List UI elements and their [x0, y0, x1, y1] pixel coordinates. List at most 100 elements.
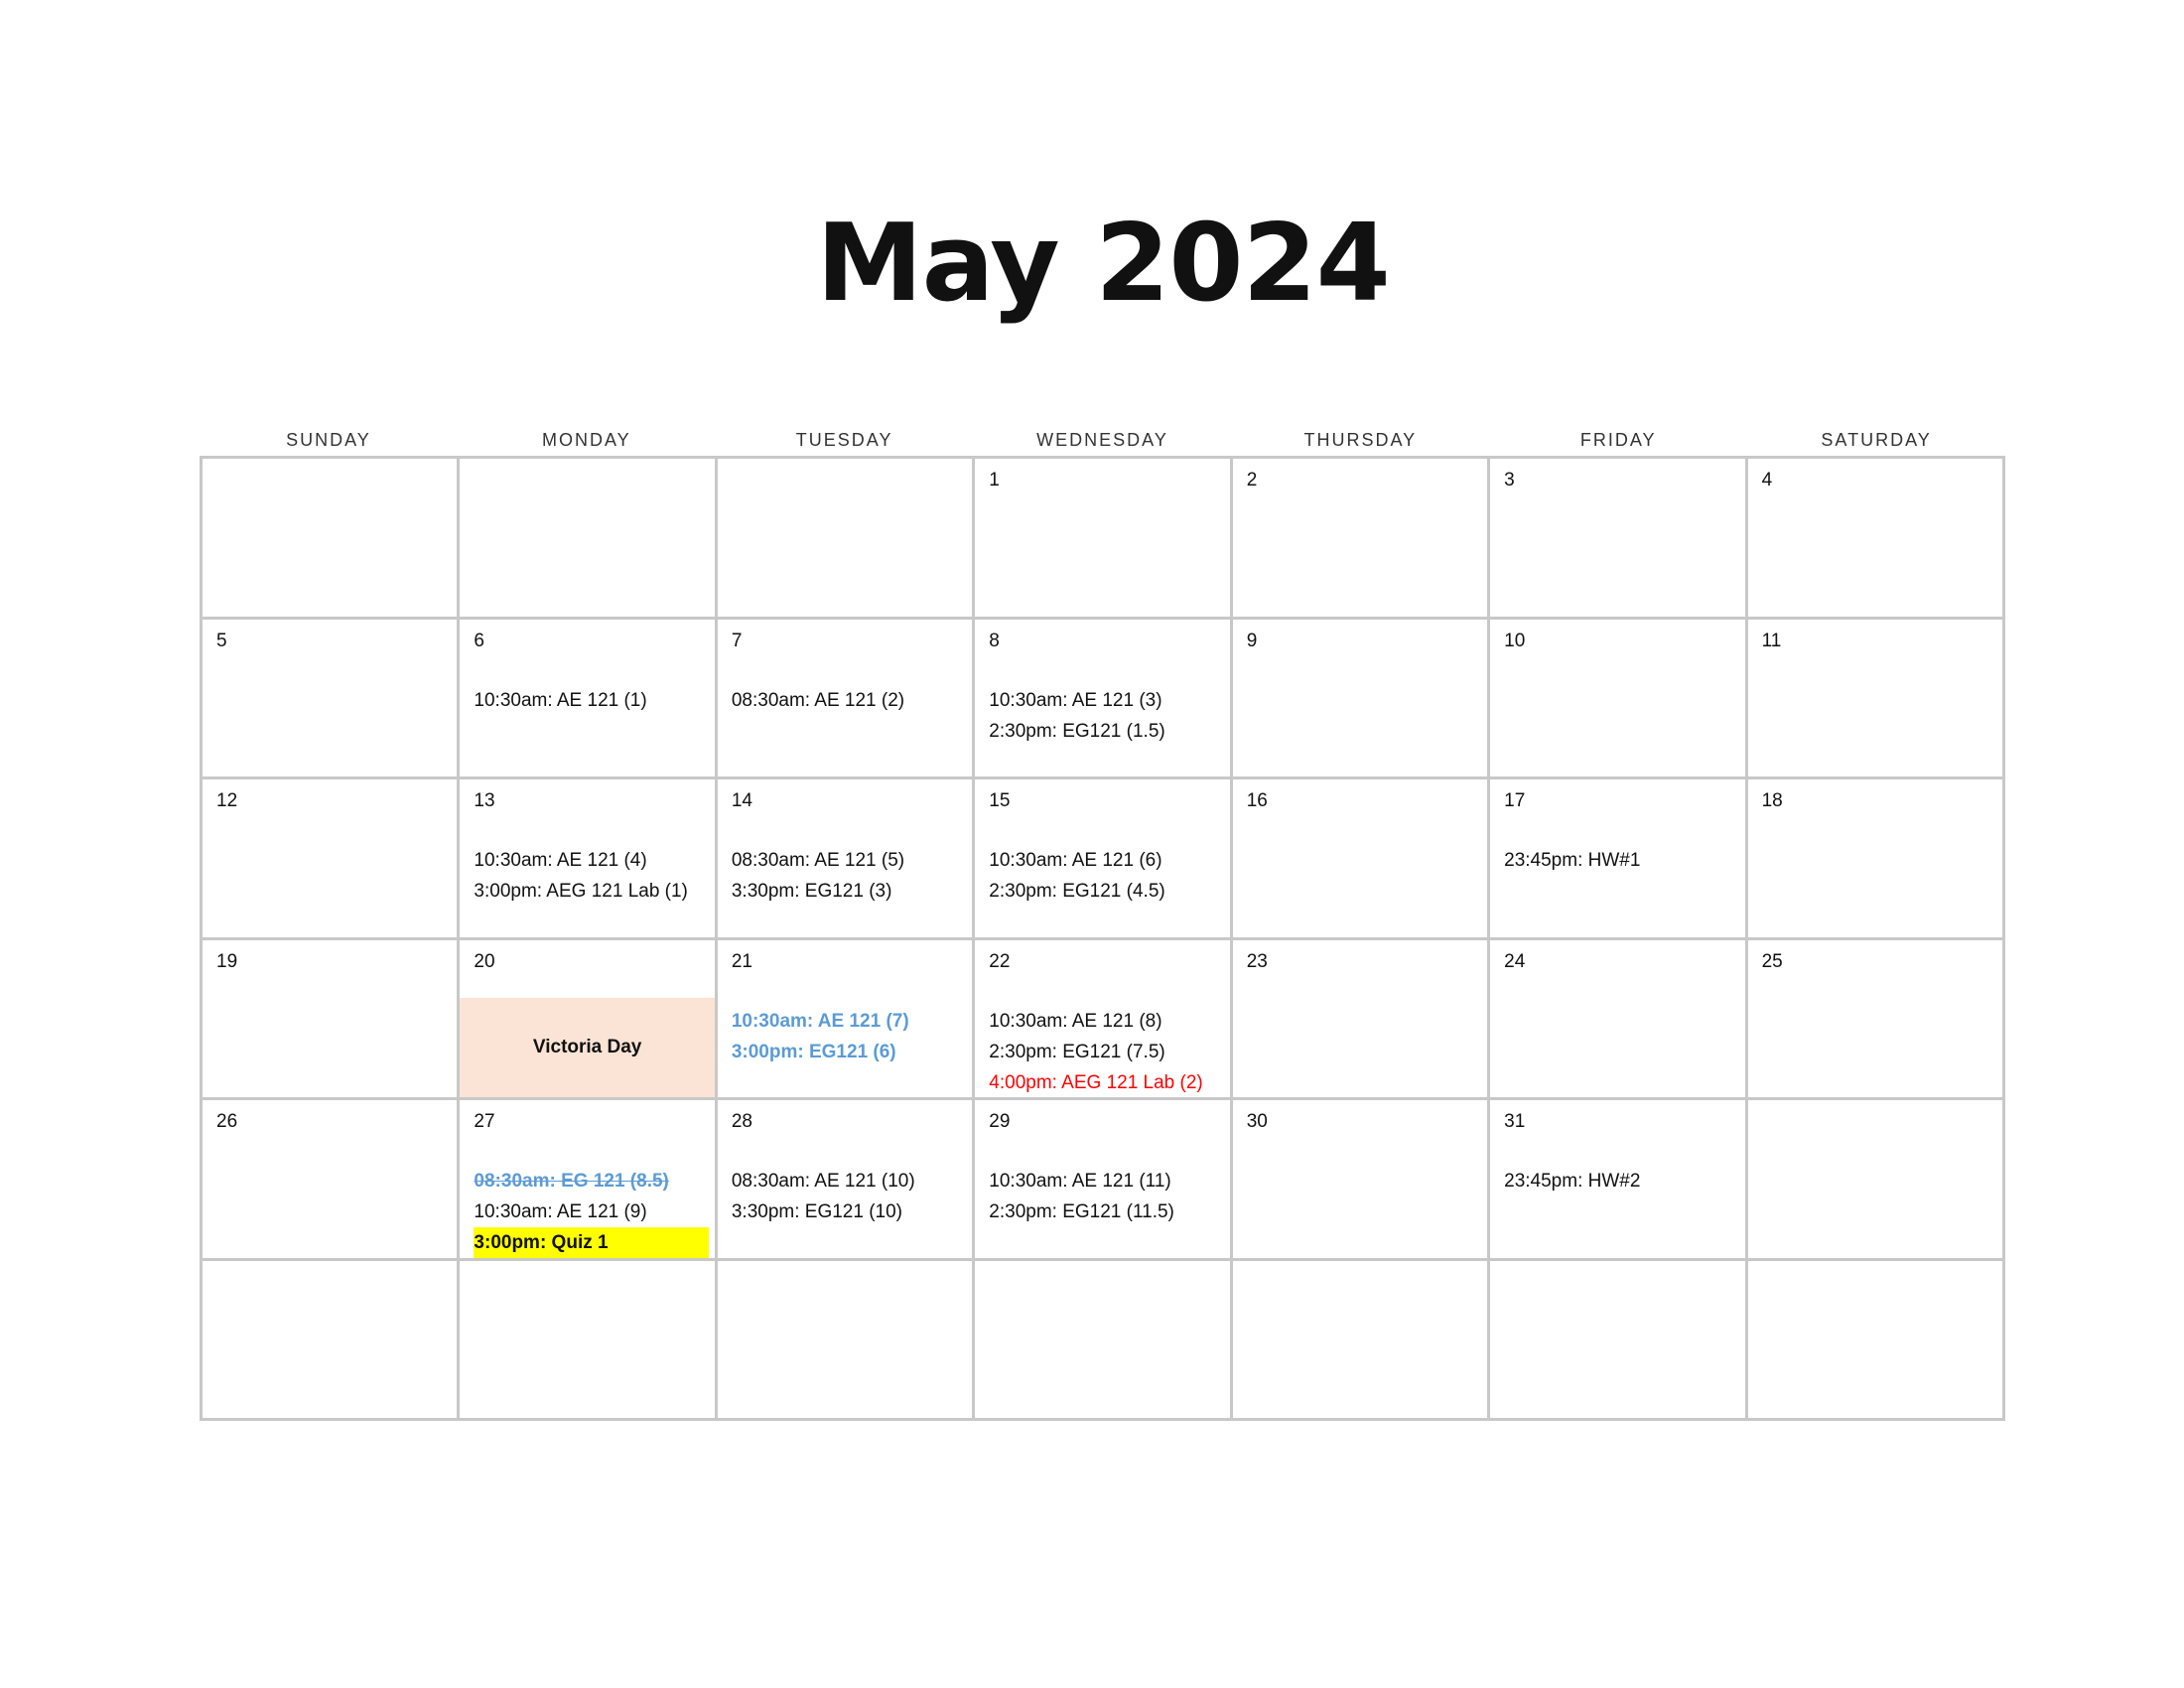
day-number: 28 — [731, 1111, 752, 1132]
event-list: 10:30am: AE 121 (1) — [474, 685, 708, 716]
day-cell[interactable]: 9 — [1232, 619, 1491, 779]
day-cell[interactable]: 12 — [203, 779, 461, 940]
day-cell[interactable]: 5 — [203, 619, 461, 779]
day-cell[interactable]: 2 — [1232, 459, 1491, 620]
calendar-event: 08:30am: AE 121 (5) — [731, 850, 905, 871]
weekday-label-wednesday: WEDNESDAY — [1036, 430, 1168, 450]
day-number: 24 — [1504, 950, 1526, 972]
calendar-event: 23:45pm: HW#1 — [1504, 850, 1641, 871]
event-list: 23:45pm: HW#2 — [1504, 1166, 1738, 1196]
calendar-event: 10:30am: AE 121 (1) — [474, 689, 647, 711]
event-list: 08:30am: AE 121 (10) 3:30pm: EG121 (10) — [732, 1166, 966, 1227]
event-list: 08:30am: EG 121 (8.5) 10:30am: AE 121 (9)… — [474, 1166, 709, 1258]
calendar-event: 08:30am: EG 121 (8.5) — [474, 1171, 669, 1192]
event-list: 10:30am: AE 121 (4) 3:00pm: AEG 121 Lab (… — [474, 845, 708, 907]
calendar-event: 3:30pm: EG121 (10) — [731, 1201, 902, 1222]
day-cell[interactable] — [717, 459, 976, 620]
day-number: 26 — [216, 1111, 238, 1132]
day-number: 1 — [989, 470, 1000, 491]
day-cell[interactable] — [1232, 1260, 1491, 1421]
day-number: 16 — [1246, 790, 1268, 811]
calendar-event: 10:30am: AE 121 (4) — [474, 850, 647, 871]
day-cell[interactable]: 23 — [1232, 939, 1491, 1100]
day-cell[interactable] — [717, 1260, 976, 1421]
day-cell[interactable]: 1 — [975, 459, 1233, 620]
day-number: 20 — [474, 950, 495, 972]
day-number: 15 — [989, 790, 1011, 811]
day-cell[interactable]: 13 10:30am: AE 121 (4) 3:00pm: AEG 121 Lab… — [460, 779, 718, 940]
day-cell[interactable] — [1490, 1260, 1748, 1421]
calendar-event: 2:30pm: EG121 (11.5) — [989, 1201, 1174, 1222]
day-number: 18 — [1761, 790, 1783, 811]
day-cell[interactable]: Victoria Day 20 — [460, 939, 718, 1100]
day-cell[interactable]: 26 — [203, 1100, 461, 1261]
day-cell[interactable] — [460, 1260, 718, 1421]
day-number: 27 — [474, 1111, 495, 1132]
calendar-event: 10:30am: AE 121 (8) — [989, 1010, 1162, 1032]
day-cell[interactable] — [1747, 1260, 2005, 1421]
weekday-label-sunday: SUNDAY — [286, 430, 371, 450]
calendar-event: 4:00pm: AEG 121 Lab (2) — [989, 1071, 1203, 1093]
day-cell[interactable]: 29 10:30am: AE 121 (11) 2:30pm: EG121 (11.… — [975, 1100, 1233, 1261]
day-cell[interactable]: 3 — [1490, 459, 1748, 620]
day-cell[interactable]: 6 10:30am: AE 121 (1) — [460, 619, 718, 779]
day-cell[interactable]: 15 10:30am: AE 121 (6) 2:30pm: EG121 (4.5) — [975, 779, 1233, 940]
event-list: 10:30am: AE 121 (11) 2:30pm: EG121 (11.5) — [989, 1166, 1223, 1227]
day-cell[interactable]: 11 — [1747, 619, 2005, 779]
day-cell[interactable]: 25 — [1747, 939, 2005, 1100]
day-number: 11 — [1761, 630, 1782, 651]
day-cell[interactable]: 18 — [1747, 779, 2005, 940]
calendar-event: 3:00pm: EG121 (6) — [731, 1041, 896, 1062]
calendar-event: 2:30pm: EG121 (4.5) — [989, 881, 1165, 902]
day-cell[interactable]: 31 23:45pm: HW#2 — [1490, 1100, 1748, 1261]
day-cell[interactable]: 21 10:30am: AE 121 (7) 3:00pm: EG121 (6) — [717, 939, 976, 1100]
page-title: May 2024 — [816, 202, 1391, 326]
day-cell[interactable] — [1747, 1100, 2005, 1261]
day-cell[interactable]: 8 10:30am: AE 121 (3) 2:30pm: EG121 (1.5) — [975, 619, 1233, 779]
event-list: 08:30am: AE 121 (5) 3:30pm: EG121 (3) — [732, 845, 966, 907]
day-cell[interactable] — [203, 1260, 461, 1421]
day-number: 7 — [731, 630, 743, 651]
day-cell[interactable]: 24 — [1490, 939, 1748, 1100]
calendar-event: 3:30pm: EG121 (3) — [731, 881, 892, 902]
weekday-label-monday: MONDAY — [541, 430, 631, 450]
day-number: 21 — [731, 950, 752, 972]
day-cell[interactable]: 30 — [1232, 1100, 1491, 1261]
calendar-event: 10:30am: AE 121 (9) — [474, 1201, 647, 1222]
event-list: 10:30am: AE 121 (7) 3:00pm: EG121 (6) — [732, 1006, 966, 1067]
day-cell[interactable]: 16 — [1232, 779, 1491, 940]
day-cell[interactable] — [203, 459, 461, 620]
weekday-label-friday: FRIDAY — [1579, 430, 1657, 450]
day-number: 4 — [1761, 470, 1773, 491]
day-cell[interactable]: 17 23:45pm: HW#1 — [1490, 779, 1748, 940]
day-number: 17 — [1504, 790, 1526, 811]
weekday-label-saturday: SATURDAY — [1821, 430, 1932, 450]
day-cell[interactable] — [460, 459, 718, 620]
calendar-event: 2:30pm: EG121 (7.5) — [989, 1041, 1165, 1062]
holiday-label: Victoria Day — [460, 997, 715, 1097]
weekday-label-thursday: THURSDAY — [1303, 430, 1418, 450]
calendar-event: 3:00pm: AEG 121 Lab (1) — [474, 881, 688, 902]
day-number: 6 — [474, 630, 484, 651]
day-number: 9 — [1246, 630, 1258, 651]
day-cell[interactable]: 10 — [1490, 619, 1748, 779]
day-cell[interactable]: 28 08:30am: AE 121 (10) 3:30pm: EG121 (10) — [717, 1100, 976, 1261]
day-cell[interactable] — [975, 1260, 1233, 1421]
calendar-event: 23:45pm: HW#2 — [1504, 1171, 1641, 1192]
day-cell[interactable]: 14 08:30am: AE 121 (5) 3:30pm: EG121 (3) — [717, 779, 976, 940]
day-cell[interactable]: 19 — [203, 939, 461, 1100]
day-number: 12 — [216, 790, 238, 811]
calendar-event: 10:30am: AE 121 (6) — [989, 850, 1162, 871]
day-number: 25 — [1761, 950, 1783, 972]
day-number: 5 — [216, 630, 227, 651]
calendar-event: 10:30am: AE 121 (11) — [989, 1171, 1171, 1192]
day-cell[interactable]: 7 08:30am: AE 121 (2) — [717, 619, 976, 779]
calendar-event: 10:30am: AE 121 (3) — [989, 689, 1162, 711]
day-number: 29 — [989, 1111, 1011, 1132]
calendar-event: 10:30am: AE 121 (7) — [731, 1010, 909, 1032]
day-cell[interactable]: 22 10:30am: AE 121 (8) 2:30pm: EG121 (7.5)… — [975, 939, 1233, 1100]
event-list: 10:30am: AE 121 (8) 2:30pm: EG121 (7.5) 4:… — [989, 1006, 1223, 1098]
day-cell[interactable]: 4 — [1747, 459, 2005, 620]
day-number: 8 — [989, 630, 1000, 651]
day-cell[interactable]: 27 08:30am: EG 121 (8.5) 10:30am: AE 121 (… — [460, 1100, 718, 1261]
